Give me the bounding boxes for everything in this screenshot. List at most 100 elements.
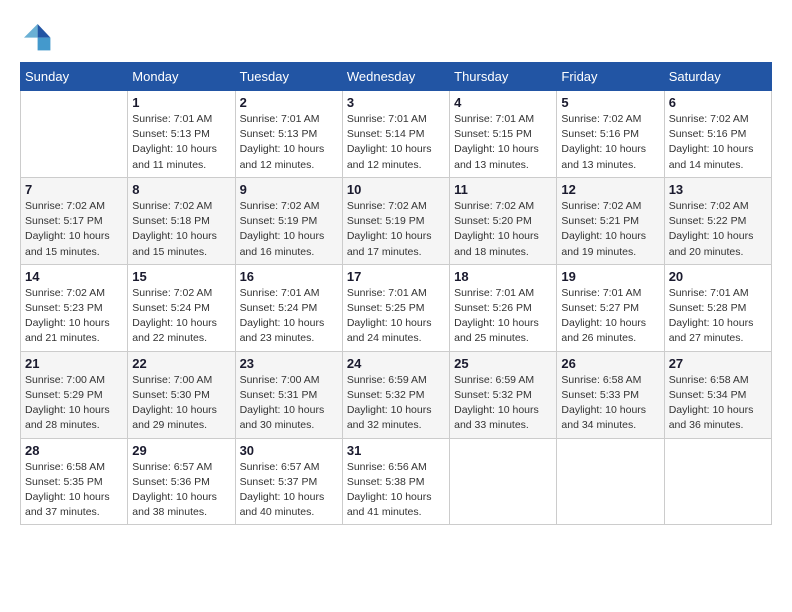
- page-header: [20, 20, 772, 52]
- day-number: 19: [561, 269, 659, 284]
- calendar-cell: 27 Sunrise: 6:58 AMSunset: 5:34 PMDayligh…: [664, 351, 771, 438]
- calendar-cell: 14Sunrise: 7:02 AMSunset: 5:23 PMDayligh…: [21, 264, 128, 351]
- day-number: 26: [561, 356, 659, 371]
- day-info: Sunrise: 6:59 AMSunset: 5:32 PMDaylight:…: [454, 373, 552, 434]
- day-number: 3: [347, 95, 445, 110]
- calendar-cell: 19 Sunrise: 7:01 AMSunset: 5:27 PMDayligh…: [557, 264, 664, 351]
- calendar-cell: 16Sunrise: 7:01 AMSunset: 5:24 PMDayligh…: [235, 264, 342, 351]
- day-info: Sunrise: 6:59 AMSunset: 5:32 PMDaylight:…: [347, 373, 445, 434]
- day-number: 1: [132, 95, 230, 110]
- day-info: Sunrise: 6:58 AMSunset: 5:34 PMDaylight:…: [669, 373, 767, 434]
- day-number: 18: [454, 269, 552, 284]
- day-number: 5: [561, 95, 659, 110]
- header-row: Sunday Monday Tuesday Wednesday Thursday…: [21, 63, 772, 91]
- calendar-cell: 25 Sunrise: 6:59 AMSunset: 5:32 PMDayligh…: [450, 351, 557, 438]
- day-info: Sunrise: 7:02 AMSunset: 5:20 PMDaylight:…: [454, 199, 552, 260]
- day-number: 13: [669, 182, 767, 197]
- day-info: Sunrise: 7:02 AMSunset: 5:16 PMDaylight:…: [561, 112, 659, 173]
- calendar-cell: [557, 438, 664, 525]
- calendar-week-row: 7 Sunrise: 7:02 AMSunset: 5:17 PMDaylight…: [21, 177, 772, 264]
- day-number: 8: [132, 182, 230, 197]
- calendar-cell: 7 Sunrise: 7:02 AMSunset: 5:17 PMDaylight…: [21, 177, 128, 264]
- calendar-header: Sunday Monday Tuesday Wednesday Thursday…: [21, 63, 772, 91]
- calendar-cell: 22 Sunrise: 7:00 AMSunset: 5:30 PMDayligh…: [128, 351, 235, 438]
- calendar-cell: 9 Sunrise: 7:02 AMSunset: 5:19 PMDaylight…: [235, 177, 342, 264]
- day-number: 29: [132, 443, 230, 458]
- day-info: Sunrise: 6:58 AMSunset: 5:33 PMDaylight:…: [561, 373, 659, 434]
- day-number: 10: [347, 182, 445, 197]
- day-info: Sunrise: 7:02 AMSunset: 5:21 PMDaylight:…: [561, 199, 659, 260]
- day-number: 22: [132, 356, 230, 371]
- logo: [20, 20, 56, 52]
- calendar-week-row: 21 Sunrise: 7:00 AMSunset: 5:29 PMDayligh…: [21, 351, 772, 438]
- day-number: 12: [561, 182, 659, 197]
- calendar-cell: [21, 91, 128, 178]
- calendar-cell: 10Sunrise: 7:02 AMSunset: 5:19 PMDayligh…: [342, 177, 449, 264]
- day-number: 2: [240, 95, 338, 110]
- day-info: Sunrise: 7:00 AMSunset: 5:30 PMDaylight:…: [132, 373, 230, 434]
- col-sunday: Sunday: [21, 63, 128, 91]
- calendar-cell: 28 Sunrise: 6:58 AMSunset: 5:35 PMDayligh…: [21, 438, 128, 525]
- day-number: 31: [347, 443, 445, 458]
- day-info: Sunrise: 7:02 AMSunset: 5:24 PMDaylight:…: [132, 286, 230, 347]
- col-tuesday: Tuesday: [235, 63, 342, 91]
- day-number: 4: [454, 95, 552, 110]
- day-number: 25: [454, 356, 552, 371]
- calendar-cell: [450, 438, 557, 525]
- calendar-cell: 26 Sunrise: 6:58 AMSunset: 5:33 PMDayligh…: [557, 351, 664, 438]
- calendar-cell: [664, 438, 771, 525]
- day-info: Sunrise: 7:02 AMSunset: 5:19 PMDaylight:…: [240, 199, 338, 260]
- calendar-cell: 4 Sunrise: 7:01 AMSunset: 5:15 PMDaylight…: [450, 91, 557, 178]
- calendar-cell: 21 Sunrise: 7:00 AMSunset: 5:29 PMDayligh…: [21, 351, 128, 438]
- day-info: Sunrise: 7:02 AMSunset: 5:18 PMDaylight:…: [132, 199, 230, 260]
- calendar-cell: 12 Sunrise: 7:02 AMSunset: 5:21 PMDayligh…: [557, 177, 664, 264]
- col-saturday: Saturday: [664, 63, 771, 91]
- day-number: 6: [669, 95, 767, 110]
- day-info: Sunrise: 7:01 AMSunset: 5:13 PMDaylight:…: [132, 112, 230, 173]
- day-info: Sunrise: 7:01 AMSunset: 5:15 PMDaylight:…: [454, 112, 552, 173]
- day-number: 28: [25, 443, 123, 458]
- calendar-cell: 17 Sunrise: 7:01 AMSunset: 5:25 PMDayligh…: [342, 264, 449, 351]
- calendar-body: 1 Sunrise: 7:01 AMSunset: 5:13 PMDaylight…: [21, 91, 772, 525]
- day-number: 24: [347, 356, 445, 371]
- day-number: 9: [240, 182, 338, 197]
- day-info: Sunrise: 6:57 AMSunset: 5:36 PMDaylight:…: [132, 460, 230, 521]
- day-info: Sunrise: 7:02 AMSunset: 5:17 PMDaylight:…: [25, 199, 123, 260]
- day-info: Sunrise: 7:01 AMSunset: 5:27 PMDaylight:…: [561, 286, 659, 347]
- calendar-cell: 11Sunrise: 7:02 AMSunset: 5:20 PMDayligh…: [450, 177, 557, 264]
- day-info: Sunrise: 6:58 AMSunset: 5:35 PMDaylight:…: [25, 460, 123, 521]
- calendar-cell: 31 Sunrise: 6:56 AMSunset: 5:38 PMDayligh…: [342, 438, 449, 525]
- calendar-cell: 24 Sunrise: 6:59 AMSunset: 5:32 PMDayligh…: [342, 351, 449, 438]
- calendar-cell: 3 Sunrise: 7:01 AMSunset: 5:14 PMDaylight…: [342, 91, 449, 178]
- day-number: 16: [240, 269, 338, 284]
- day-info: Sunrise: 7:01 AMSunset: 5:26 PMDaylight:…: [454, 286, 552, 347]
- day-info: Sunrise: 7:01 AMSunset: 5:25 PMDaylight:…: [347, 286, 445, 347]
- day-number: 15: [132, 269, 230, 284]
- calendar-cell: 20Sunrise: 7:01 AMSunset: 5:28 PMDayligh…: [664, 264, 771, 351]
- day-info: Sunrise: 6:56 AMSunset: 5:38 PMDaylight:…: [347, 460, 445, 521]
- calendar-cell: 29 Sunrise: 6:57 AMSunset: 5:36 PMDayligh…: [128, 438, 235, 525]
- day-info: Sunrise: 7:00 AMSunset: 5:31 PMDaylight:…: [240, 373, 338, 434]
- calendar-cell: 1 Sunrise: 7:01 AMSunset: 5:13 PMDaylight…: [128, 91, 235, 178]
- day-info: Sunrise: 7:01 AMSunset: 5:28 PMDaylight:…: [669, 286, 767, 347]
- calendar-cell: 18 Sunrise: 7:01 AMSunset: 5:26 PMDayligh…: [450, 264, 557, 351]
- col-wednesday: Wednesday: [342, 63, 449, 91]
- day-number: 21: [25, 356, 123, 371]
- day-info: Sunrise: 7:02 AMSunset: 5:16 PMDaylight:…: [669, 112, 767, 173]
- day-info: Sunrise: 7:01 AMSunset: 5:14 PMDaylight:…: [347, 112, 445, 173]
- calendar-week-row: 28 Sunrise: 6:58 AMSunset: 5:35 PMDayligh…: [21, 438, 772, 525]
- calendar-cell: 13Sunrise: 7:02 AMSunset: 5:22 PMDayligh…: [664, 177, 771, 264]
- day-info: Sunrise: 7:00 AMSunset: 5:29 PMDaylight:…: [25, 373, 123, 434]
- day-number: 7: [25, 182, 123, 197]
- calendar-week-row: 14Sunrise: 7:02 AMSunset: 5:23 PMDayligh…: [21, 264, 772, 351]
- day-number: 30: [240, 443, 338, 458]
- calendar-cell: 8 Sunrise: 7:02 AMSunset: 5:18 PMDaylight…: [128, 177, 235, 264]
- day-number: 17: [347, 269, 445, 284]
- calendar-cell: 5 Sunrise: 7:02 AMSunset: 5:16 PMDaylight…: [557, 91, 664, 178]
- day-number: 27: [669, 356, 767, 371]
- day-number: 23: [240, 356, 338, 371]
- col-monday: Monday: [128, 63, 235, 91]
- calendar-cell: 30Sunrise: 6:57 AMSunset: 5:37 PMDayligh…: [235, 438, 342, 525]
- calendar-cell: 2Sunrise: 7:01 AMSunset: 5:13 PMDaylight…: [235, 91, 342, 178]
- col-thursday: Thursday: [450, 63, 557, 91]
